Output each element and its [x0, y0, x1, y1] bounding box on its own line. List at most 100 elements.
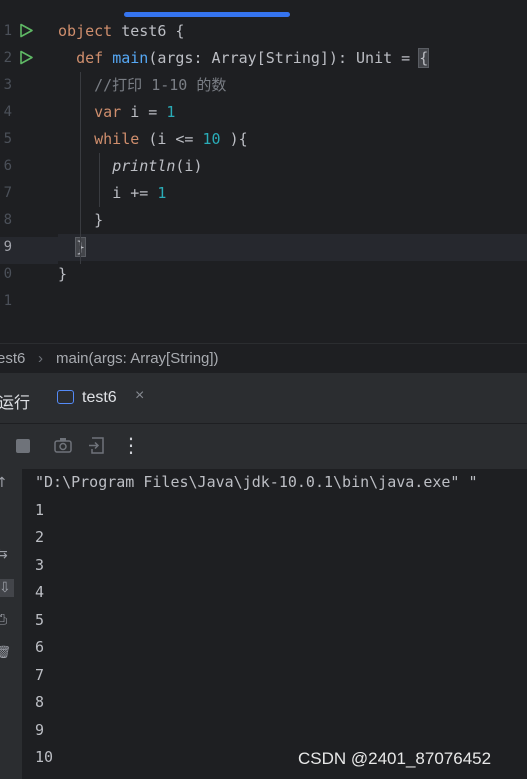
console-output-line: 7 [35, 665, 45, 684]
indent-guide [80, 72, 81, 264]
code-token: (args: Array[String]): Unit = [148, 49, 420, 67]
console-output-line: 6 [35, 638, 45, 656]
code-editor[interactable]: 1 2 3 4 5 6 7 8 9 0 1 object test6 { def main(args… [0, 0, 527, 343]
code-token: var [94, 103, 131, 121]
console-side-toolbar: ↑ ⇆ ⇩ ⎙ 🗑 [0, 469, 22, 779]
code-token: main [112, 49, 149, 67]
code-token: println [112, 157, 176, 175]
soft-wrap-icon[interactable]: ⇆ [0, 546, 8, 562]
line-number: 7 [3, 185, 12, 201]
console-output-line: 5 [35, 610, 45, 629]
watermark: CSDN @2401_87076452 [298, 749, 492, 768]
console-output-line: 3 [35, 555, 45, 574]
close-icon[interactable]: × [135, 387, 144, 405]
code-token: i += [112, 184, 158, 202]
scroll-up-icon[interactable]: ↑ [0, 475, 8, 491]
line-number: 4 [3, 104, 12, 120]
indent-guide [99, 153, 100, 207]
camera-icon[interactable] [53, 435, 73, 455]
line-number: 5 [3, 131, 12, 147]
code-token: //打印 1-10 的数 [94, 76, 227, 94]
gutter-line: 1 [0, 288, 58, 315]
gutter-line: 5 [0, 126, 58, 153]
line-number: 1 [3, 23, 12, 39]
console-command-line: "D:\Program Files\Java\jdk-10.0.1\bin\ja… [35, 473, 478, 491]
run-tool-window-title: 运行 [0, 395, 31, 412]
code-line[interactable]: object test6 { [58, 18, 527, 45]
code-token: 10 [202, 130, 221, 148]
editor-tab-indicator [124, 12, 290, 17]
more-vertical-icon[interactable]: ⋮ [121, 433, 141, 457]
run-toolbar: ⋮ [0, 423, 527, 470]
breadcrumb-separator: › [38, 350, 43, 367]
code-token: { [418, 48, 430, 68]
tab-test6[interactable]: test6 × [47, 373, 157, 423]
gutter-line: 6 [0, 153, 58, 180]
line-number: 8 [3, 212, 12, 228]
code-line[interactable]: i += 1 [58, 180, 527, 207]
code-line[interactable]: var i = 1 [58, 99, 527, 126]
console-output[interactable]: "D:\Program Files\Java\jdk-10.0.1\bin\ja… [22, 469, 527, 779]
code-token: test6 { [121, 22, 185, 40]
run-tool-window-header: 运行 test6 × [0, 373, 527, 423]
code-token: (i <= [148, 130, 203, 148]
tab-label: test6 [82, 389, 117, 406]
console-output-line: 1 [35, 500, 45, 519]
gutter-line: 3 [0, 72, 58, 99]
line-number: 6 [3, 158, 12, 174]
code-token: (i) [175, 157, 203, 175]
console-icon [57, 390, 74, 404]
stop-icon[interactable] [13, 435, 33, 455]
code-token: 1 [166, 103, 176, 121]
print-icon[interactable]: ⎙ [0, 612, 7, 628]
code-token: 1 [157, 184, 167, 202]
line-number: 3 [3, 77, 12, 93]
console-output-line: 9 [35, 720, 45, 739]
line-number: 0 [3, 266, 12, 282]
code-line[interactable]: //打印 1-10 的数 [58, 72, 527, 99]
code-token: ){ [220, 130, 248, 148]
console-output-line: 2 [35, 528, 45, 546]
exit-icon[interactable] [87, 435, 107, 455]
code-line[interactable]: } [58, 261, 527, 288]
code-token: i = [130, 103, 167, 121]
breadcrumb-item-object[interactable]: est6 [0, 344, 25, 373]
trash-icon[interactable]: 🗑 [0, 645, 11, 659]
code-token: } [58, 265, 68, 283]
code-line[interactable]: while (i <= 10 ){ [58, 126, 527, 153]
editor-gutter: 1 2 3 4 5 6 7 8 9 0 1 [0, 18, 58, 343]
gutter-line: 8 [0, 207, 58, 234]
line-number: 1 [3, 293, 12, 309]
code-line[interactable]: def main(args: Array[String]): Unit = { [58, 45, 527, 72]
run-gutter-icon[interactable] [19, 50, 34, 65]
code-line[interactable]: } [58, 234, 527, 261]
line-number: 2 [3, 50, 12, 66]
console-output-line: 10 [35, 748, 54, 766]
code-token: def [76, 49, 113, 67]
line-number: 9 [3, 239, 12, 255]
console-output-line: 4 [35, 583, 45, 601]
run-gutter-icon[interactable] [19, 23, 34, 38]
scroll-to-end-icon[interactable]: ⇩ [0, 579, 14, 597]
gutter-line: 1 [0, 18, 58, 45]
breadcrumb-item-method[interactable]: main(args: Array[String]) [56, 344, 219, 373]
code-token: object [58, 22, 122, 40]
gutter-line: 7 [0, 180, 58, 207]
gutter-line: 9 [0, 234, 58, 261]
gutter-line: 2 [0, 45, 58, 72]
code-token: while [94, 130, 149, 148]
code-line[interactable] [58, 288, 527, 315]
gutter-line: 4 [0, 99, 58, 126]
code-line[interactable]: println(i) [58, 153, 527, 180]
console-output-line: 8 [35, 693, 45, 711]
code-line[interactable]: } [58, 207, 527, 234]
breadcrumb: est6 › main(args: Array[String]) [0, 343, 527, 374]
gutter-line: 0 [0, 261, 58, 288]
